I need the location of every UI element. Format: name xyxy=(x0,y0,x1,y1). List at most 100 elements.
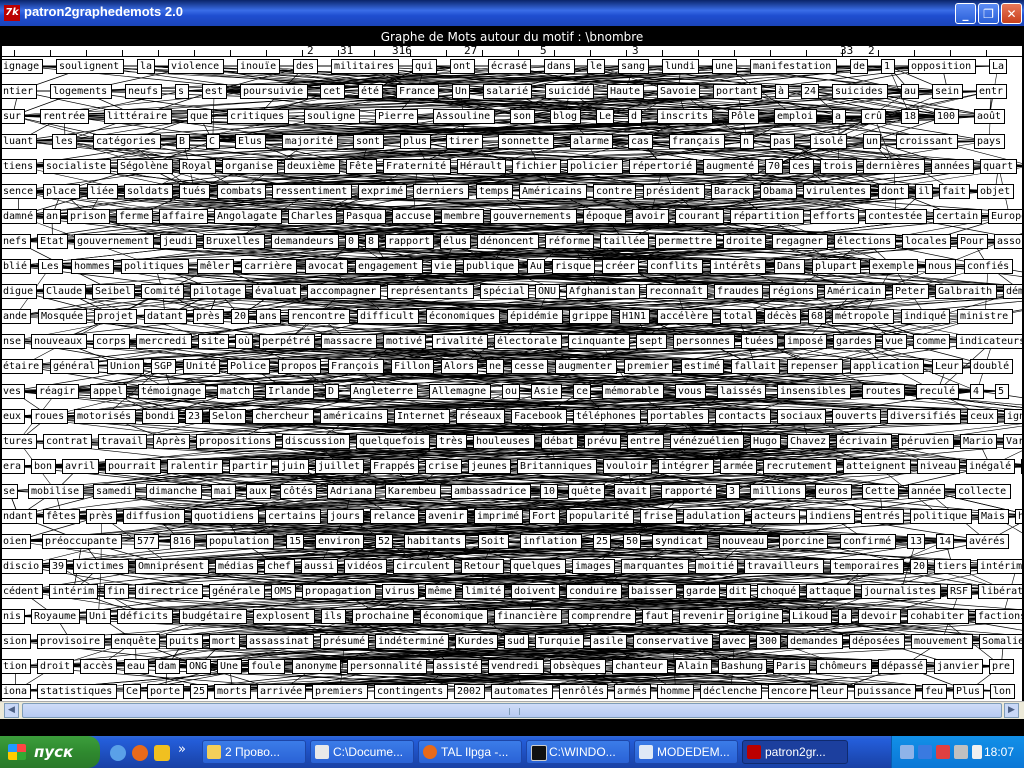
word-node[interactable]: Mais xyxy=(978,509,1009,524)
word-node[interactable]: intégrer xyxy=(658,459,714,474)
word-node[interactable]: comprendre xyxy=(568,609,636,624)
word-node[interactable]: garde xyxy=(683,584,720,599)
word-node[interactable]: rapporté xyxy=(661,484,717,499)
word-node[interactable]: popularité xyxy=(566,509,634,524)
word-node[interactable]: oien xyxy=(2,534,31,549)
quicklaunch-more[interactable]: » xyxy=(178,742,186,757)
word-node[interactable]: tuées xyxy=(741,334,778,349)
word-node[interactable]: membre xyxy=(441,209,484,224)
word-node[interactable]: 20 xyxy=(231,309,249,324)
word-node[interactable]: dans xyxy=(544,59,575,74)
close-button[interactable]: ✕ xyxy=(1001,3,1022,24)
word-node[interactable]: Fillon xyxy=(391,359,434,374)
word-node[interactable]: place xyxy=(43,184,80,199)
word-node[interactable]: cet xyxy=(320,84,345,99)
word-node[interactable]: Vargas xyxy=(1003,434,1022,449)
word-node[interactable]: ce xyxy=(573,384,591,399)
word-node[interactable]: corps xyxy=(93,334,130,349)
word-node[interactable]: 39 xyxy=(49,559,67,574)
word-node[interactable]: laissés xyxy=(717,384,766,399)
word-node[interactable]: 100 xyxy=(934,109,959,124)
word-node[interactable]: deuxième xyxy=(284,159,340,174)
word-node[interactable]: Charles xyxy=(288,209,337,224)
word-node[interactable]: policier xyxy=(567,159,623,174)
word-node[interactable]: vouloir xyxy=(603,459,652,474)
word-node[interactable]: écrasé xyxy=(488,59,531,74)
word-node[interactable]: réforme xyxy=(545,234,594,249)
word-node[interactable]: dam xyxy=(155,659,180,674)
word-node[interactable]: est xyxy=(202,84,227,99)
word-node[interactable]: ministre xyxy=(957,309,1013,324)
word-node[interactable]: 14 xyxy=(936,534,954,549)
word-node[interactable]: janvier xyxy=(934,659,983,674)
word-node[interactable]: où xyxy=(235,334,253,349)
word-node[interactable]: tiers xyxy=(934,559,971,574)
word-node[interactable]: 18 xyxy=(901,109,919,124)
word-node[interactable]: aux xyxy=(246,484,271,499)
word-node[interactable]: tirer xyxy=(446,134,483,149)
word-node[interactable]: 577 xyxy=(134,534,159,549)
word-node[interactable]: ne xyxy=(486,359,504,374)
word-node[interactable]: jeunes xyxy=(468,459,511,474)
word-node[interactable]: Ce xyxy=(123,684,141,699)
word-node[interactable]: luant xyxy=(2,134,37,149)
word-node[interactable]: discussion xyxy=(282,434,350,449)
word-node[interactable]: imposé xyxy=(784,334,827,349)
word-node[interactable]: répertorié xyxy=(629,159,697,174)
word-node[interactable]: tiens xyxy=(2,159,37,174)
window-titlebar[interactable]: 7k patron2graphedemots 2.0 _ ❐ ✕ xyxy=(0,0,1024,26)
word-node[interactable]: atteignent xyxy=(843,459,911,474)
word-node[interactable]: sur xyxy=(2,109,25,124)
word-node[interactable]: ambassadrice xyxy=(451,484,531,499)
word-node[interactable]: propositions xyxy=(196,434,276,449)
word-node[interactable]: Assouline xyxy=(433,109,495,124)
word-node[interactable]: permettre xyxy=(655,234,717,249)
word-node[interactable]: Claude xyxy=(43,284,86,299)
word-node[interactable]: droit xyxy=(37,659,74,674)
word-node[interactable]: factions xyxy=(975,609,1022,624)
word-node[interactable]: chanteur xyxy=(612,659,668,674)
word-node[interactable]: ou xyxy=(502,384,520,399)
word-node[interactable]: quotidiens xyxy=(191,509,259,524)
word-node[interactable]: dit xyxy=(726,584,751,599)
word-node[interactable]: Plus xyxy=(953,684,984,699)
word-node[interactable]: Les xyxy=(38,259,63,274)
word-node[interactable]: vue xyxy=(882,334,907,349)
word-node[interactable]: Mario xyxy=(960,434,997,449)
word-node[interactable]: images xyxy=(572,559,615,574)
word-node[interactable]: catégories xyxy=(93,134,161,149)
word-node[interactable]: de xyxy=(850,59,868,74)
word-node[interactable]: dimanche xyxy=(146,484,202,499)
word-node[interactable]: RSF xyxy=(947,584,972,599)
word-node[interactable]: s xyxy=(175,84,189,99)
word-node[interactable]: doublé xyxy=(970,359,1013,374)
word-node[interactable]: H1N1 xyxy=(619,309,650,324)
word-node[interactable]: déposées xyxy=(849,634,905,649)
word-node[interactable]: crû xyxy=(861,109,886,124)
word-node[interactable]: inégalé xyxy=(966,459,1015,474)
word-node[interactable]: millions xyxy=(750,484,806,499)
word-node[interactable]: choqué xyxy=(757,584,800,599)
word-node[interactable]: droite xyxy=(723,234,766,249)
word-node[interactable]: prochaine xyxy=(352,609,414,624)
word-node[interactable]: emploi xyxy=(774,109,817,124)
scroll-right-arrow-icon[interactable]: ▶ xyxy=(1004,703,1019,718)
word-node[interactable]: regagner xyxy=(772,234,828,249)
word-node[interactable]: Adriana xyxy=(327,484,376,499)
word-node[interactable]: les xyxy=(52,134,77,149)
word-node[interactable]: 300 xyxy=(756,634,781,649)
word-node[interactable]: contrat xyxy=(43,434,92,449)
word-node[interactable]: crise xyxy=(425,459,462,474)
word-node[interactable]: Afghanistan xyxy=(566,284,640,299)
word-node[interactable]: digue xyxy=(2,284,37,299)
word-node[interactable]: hommes xyxy=(71,259,114,274)
word-node[interactable]: mobilise xyxy=(28,484,84,499)
word-node[interactable]: générale xyxy=(209,584,265,599)
word-node[interactable]: contacts xyxy=(715,409,771,424)
word-node[interactable]: samedi xyxy=(93,484,136,499)
word-node[interactable]: le xyxy=(587,59,605,74)
word-node[interactable]: même xyxy=(425,584,456,599)
word-node[interactable]: puits xyxy=(166,634,203,649)
taskbar-button-folder[interactable]: 2 Прово... xyxy=(202,740,306,764)
word-node[interactable]: dénoncent xyxy=(477,234,539,249)
